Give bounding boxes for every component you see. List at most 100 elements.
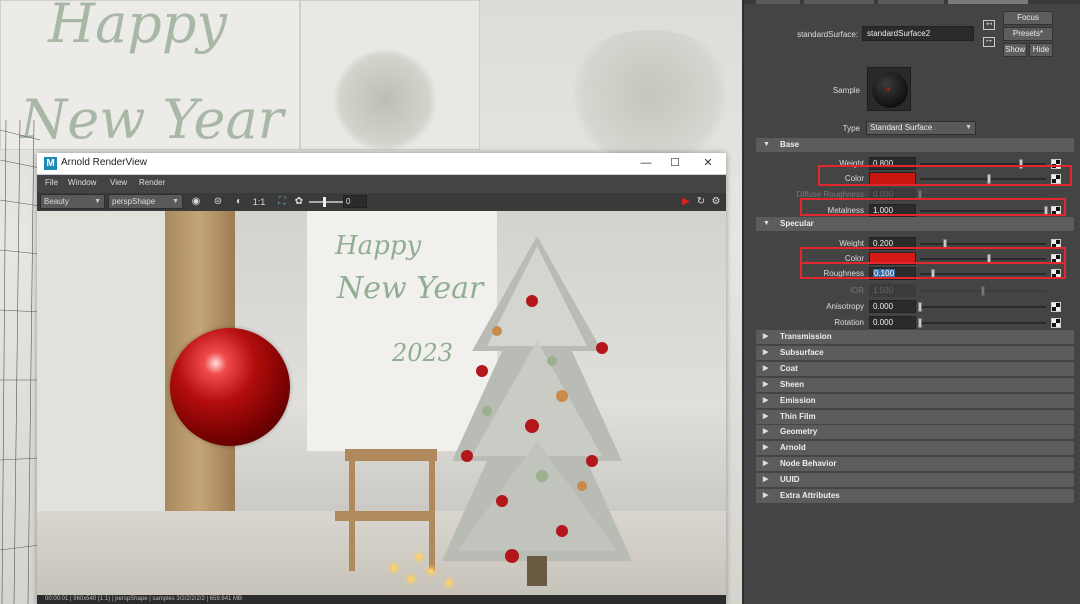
- display-icon[interactable]: ⊜: [211, 195, 225, 209]
- christmas-tree: [442, 236, 632, 586]
- section-thin-film[interactable]: ▶ Thin Film: [756, 409, 1074, 424]
- menu-render[interactable]: Render: [139, 178, 165, 187]
- material-sample-swatch: [867, 67, 911, 111]
- section-geometry[interactable]: ▶ Geometry: [756, 425, 1074, 440]
- specular-weight-map-button-icon[interactable]: [1051, 239, 1061, 249]
- output-connections-icon[interactable]: ↦: [983, 37, 995, 47]
- specular-rotation-field[interactable]: 0.000: [869, 316, 916, 329]
- channels-icon[interactable]: ◐: [232, 195, 246, 209]
- exposure-slider-handle[interactable]: [323, 197, 326, 207]
- focus-button[interactable]: Focus: [1003, 11, 1053, 25]
- tab-standardsurface2[interactable]: [948, 0, 1028, 4]
- specular-rotation-slider-handle[interactable]: [918, 318, 922, 328]
- specular-color-map-button-icon[interactable]: [1051, 254, 1061, 264]
- section-coat[interactable]: ▶ Coat: [756, 361, 1074, 376]
- input-connections-icon[interactable]: ↤: [983, 20, 995, 30]
- collapse-triangle-icon: ▶: [763, 380, 769, 388]
- base-weight-map-button-icon[interactable]: [1051, 159, 1061, 169]
- fairy-light: [417, 555, 421, 559]
- specular-anisotropy-field[interactable]: 0.000: [869, 300, 916, 313]
- specular-rotation-slider-track[interactable]: [920, 322, 1046, 324]
- tab-polysurface1[interactable]: [756, 0, 800, 4]
- specular-color-slider-track[interactable]: [920, 258, 1046, 260]
- exposure-field[interactable]: 0: [343, 195, 367, 208]
- section-node-behavior[interactable]: ▶ Node Behavior: [756, 457, 1074, 472]
- maximize-icon[interactable]: ☐: [668, 156, 682, 170]
- settings-gear-icon[interactable]: ⚙: [709, 195, 723, 209]
- tab-polysurfaceshape1[interactable]: [804, 0, 874, 4]
- section-transmission[interactable]: ▶ Transmission: [756, 330, 1074, 344]
- base-color-map-button-icon[interactable]: [1051, 174, 1061, 184]
- close-icon[interactable]: ✕: [701, 156, 715, 170]
- base-color-swatch[interactable]: [869, 172, 916, 185]
- specular-roughness-map-button-icon[interactable]: [1051, 269, 1061, 279]
- specular-anisotropy-map-button-icon[interactable]: [1051, 302, 1061, 312]
- render-play-icon[interactable]: ▶: [679, 195, 693, 209]
- specular-anisotropy-slider-track[interactable]: [920, 306, 1046, 308]
- section-emission[interactable]: ▶ Emission: [756, 393, 1074, 408]
- specular-anisotropy-slider-handle[interactable]: [918, 302, 922, 312]
- ratio-button[interactable]: 1:1: [251, 195, 267, 209]
- section-extra-attributes[interactable]: ▶ Extra Attributes: [756, 489, 1074, 503]
- collapse-triangle-icon: ▶: [763, 428, 769, 436]
- menu-file[interactable]: File: [45, 178, 58, 187]
- specular-color-slider-handle[interactable]: [987, 254, 991, 264]
- specular-roughness-value: 0.100: [873, 269, 896, 278]
- section-subsurface[interactable]: ▶ Subsurface: [756, 345, 1074, 360]
- render-canvas[interactable]: Happy New Year 2023: [37, 211, 726, 595]
- base-metalness-field[interactable]: 1.000: [869, 204, 916, 217]
- base-metalness-value: 1.000: [873, 206, 894, 215]
- base-diffuse-roughness-value: 0.000: [873, 190, 894, 199]
- menu-view[interactable]: View: [110, 178, 127, 187]
- refresh-icon[interactable]: ↻: [694, 195, 708, 209]
- hide-button[interactable]: Hide: [1029, 43, 1053, 57]
- specular-color-swatch[interactable]: [869, 252, 916, 265]
- presets-button[interactable]: Presets*: [1003, 27, 1053, 41]
- base-weight-slider-track[interactable]: [920, 163, 1046, 165]
- specular-rotation-map-button-icon[interactable]: [1051, 318, 1061, 328]
- specular-roughness-slider-track[interactable]: [920, 273, 1046, 275]
- expand-triangle-icon: ▼: [763, 141, 770, 148]
- section-base[interactable]: ▼ Base: [756, 138, 1074, 152]
- section-uuid[interactable]: ▶ UUID: [756, 473, 1074, 488]
- base-weight-field[interactable]: 0.800: [869, 157, 916, 170]
- node-name-field[interactable]: standardSurface2: [862, 26, 974, 41]
- stool-top: [345, 449, 437, 461]
- camera-dropdown[interactable]: perspShape ▼: [108, 194, 183, 209]
- menu-window[interactable]: Window: [68, 178, 96, 187]
- specular-roughness-label: Roughness: [823, 269, 864, 278]
- specular-rotation-value: 0.000: [873, 318, 894, 327]
- type-value: Standard Surface: [870, 123, 933, 132]
- base-color-slider-handle[interactable]: [987, 174, 991, 184]
- base-color-slider-track[interactable]: [920, 178, 1046, 180]
- renderview-titlebar[interactable]: M Arnold RenderView — ☐ ✕: [37, 153, 726, 175]
- crop-icon[interactable]: ⛶: [275, 195, 289, 209]
- exposure-slider-track[interactable]: [309, 201, 345, 203]
- section-arnold[interactable]: ▶ Arnold: [756, 441, 1074, 456]
- specular-weight-slider-handle[interactable]: [943, 239, 947, 249]
- section-specular[interactable]: ▼ Specular: [756, 217, 1074, 231]
- show-button[interactable]: Show: [1003, 43, 1027, 57]
- minimize-icon[interactable]: —: [639, 156, 653, 170]
- aov-dropdown[interactable]: Beauty ▼: [40, 194, 105, 209]
- collapse-triangle-icon: ▶: [763, 348, 769, 356]
- base-metalness-slider-track[interactable]: [920, 210, 1046, 212]
- sun-icon[interactable]: ◉: [189, 195, 203, 209]
- node-type-label: standardSurface:: [797, 30, 858, 39]
- specular-weight-field[interactable]: 0.200: [869, 237, 916, 250]
- specular-roughness-slider-handle[interactable]: [931, 269, 935, 279]
- section-label: Emission: [780, 395, 816, 405]
- specular-roughness-field[interactable]: 0.100: [869, 267, 916, 280]
- type-dropdown[interactable]: Standard Surface ▼: [866, 121, 976, 135]
- base-metalness-slider-handle[interactable]: [1044, 206, 1048, 216]
- base-metalness-map-button-icon[interactable]: [1051, 206, 1061, 216]
- specular-weight-label: Weight: [839, 239, 864, 248]
- section-label: UUID: [780, 475, 800, 485]
- collapse-triangle-icon: ▶: [763, 460, 769, 468]
- collapse-triangle-icon: ▶: [763, 396, 769, 404]
- section-specular-label: Specular: [780, 219, 814, 228]
- section-sheen[interactable]: ▶ Sheen: [756, 377, 1074, 392]
- tab-polysphere1[interactable]: [878, 0, 944, 4]
- specular-weight-slider-track[interactable]: [920, 243, 1046, 245]
- base-weight-slider-handle[interactable]: [1019, 159, 1023, 169]
